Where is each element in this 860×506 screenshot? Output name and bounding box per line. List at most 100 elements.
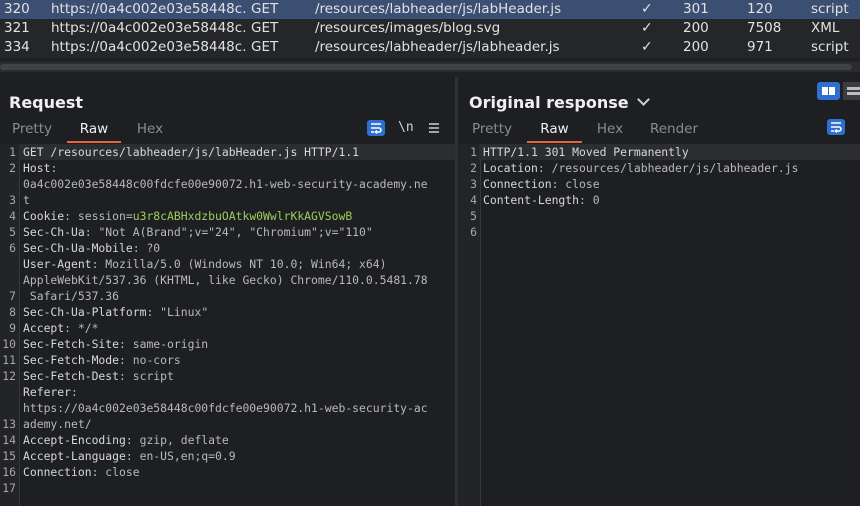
layout-toggle[interactable]	[817, 82, 860, 102]
header-name: Content-Length	[483, 193, 580, 207]
header-value: Safari/537.36	[23, 289, 120, 303]
header-name: Accept	[23, 321, 65, 335]
tab-pretty[interactable]: Pretty	[9, 119, 55, 141]
mime-type: script	[811, 1, 849, 17]
line-number: 9	[9, 321, 16, 335]
status-code: 200	[683, 39, 709, 55]
header-value: t	[23, 193, 30, 207]
header-value: : script	[119, 369, 174, 383]
request-host: https://0a4c002e03e58448c...	[51, 39, 246, 55]
code-line: Sec-Fetch-Mode: no-cors	[23, 352, 181, 368]
line-number: 2	[470, 161, 477, 175]
menu-icon[interactable]	[427, 120, 445, 136]
request-editor[interactable]: 1 2 3 4 5 6 7 8 9 10 11 12 13 14 15 16 17 GET /resources…	[0, 144, 455, 506]
code-line: Sec-Ch-Ua: "Not A(Brand";v="24", "Chromi…	[23, 224, 373, 240]
line-number: 3	[470, 177, 477, 191]
request-tabs: Pretty Raw Hex	[0, 119, 455, 143]
response-title[interactable]: Original response	[469, 93, 650, 112]
request-method: GET	[251, 39, 279, 55]
code-line: Sec-Ch-Ua-Mobile: ?0	[23, 240, 160, 256]
line-number-gutter: 1 2 3 4 5 6 7 8 9 10 11 12 13 14 15 16 17	[0, 144, 20, 506]
tab-raw[interactable]: Raw	[527, 119, 582, 143]
scrollbar-thumb[interactable]	[0, 64, 852, 70]
line-number: 4	[9, 209, 16, 223]
line-number: 4	[470, 193, 477, 207]
request-url: /resources/labheader/js/labHeader.js	[315, 1, 562, 17]
code-line: Accept-Encoding: gzip, deflate	[23, 432, 229, 448]
newline-icon[interactable]: \n	[398, 120, 416, 136]
line-number: 7	[9, 289, 16, 303]
code-line: 0a4c002e03e58448c00fdcfe00e90072.h1-web-…	[23, 176, 428, 192]
edited-check-icon: ✓	[641, 39, 653, 55]
code-line: Connection: close	[23, 464, 140, 480]
header-value: : same-origin	[119, 337, 209, 351]
stacked-layout-icon[interactable]	[843, 82, 860, 100]
table-row[interactable]: 334 https://0a4c002e03e58448c... GET/resou…	[0, 38, 860, 57]
header-name: Accept-Language	[23, 449, 126, 463]
line-number: 5	[9, 225, 16, 239]
edited-check-icon: ✓	[641, 1, 653, 17]
tab-render[interactable]: Render	[644, 119, 704, 141]
line-number: 1	[470, 145, 477, 159]
response-editor[interactable]: 123456 HTTP/1.1 301 Moved Permanently Loc…	[458, 144, 860, 506]
line-number: 6	[9, 241, 16, 255]
http-history-table: 320 https://0a4c002e03e58448c... GET/resou…	[0, 0, 860, 58]
header-value: : close	[551, 177, 600, 191]
table-row[interactable]: 321 https://0a4c002e03e58448c... GET/resou…	[0, 19, 860, 38]
request-url: /resources/images/blog.svg	[315, 20, 501, 36]
line-number: 11	[2, 353, 16, 367]
header-value: :	[50, 161, 58, 175]
code-line: Location: /resources/labheader/js/labhea…	[483, 160, 798, 176]
response-title-text: Original response	[469, 93, 629, 112]
table-row[interactable]: 320 https://0a4c002e03e58448c... GET/resou…	[0, 0, 860, 19]
request-title: Request	[9, 93, 84, 112]
status-code: 301	[683, 1, 709, 17]
header-value: 0a4c002e03e58448c00fdcfe00e90072.h1-web-…	[23, 177, 428, 191]
wrap-lines-icon[interactable]	[367, 120, 385, 136]
code-line: Accept-Language: en-US,en;q=0.9	[23, 448, 236, 464]
header-name: Sec-Ch-Ua-Mobile	[23, 241, 133, 255]
header-name: Connection	[483, 177, 552, 191]
line-number: 17	[2, 481, 16, 495]
code-line: https://0a4c002e03e58448c00fdcfe00e90072…	[23, 400, 428, 416]
header-name: User-Agent	[23, 257, 92, 271]
horizontal-scrollbar[interactable]	[0, 62, 860, 72]
line-number: 12	[2, 369, 16, 383]
header-name: Sec-Fetch-Dest	[23, 369, 120, 383]
side-by-side-layout-icon[interactable]	[817, 82, 840, 100]
header-value: https://0a4c002e03e58448c00fdcfe00e90072…	[23, 401, 428, 415]
mime-type: XML	[811, 20, 840, 36]
response-length: 971	[747, 39, 773, 55]
code-line: Sec-Fetch-Dest: script	[23, 368, 174, 384]
header-name: Location	[483, 161, 538, 175]
line-number: 3	[9, 193, 16, 207]
header-name: Cookie	[23, 209, 65, 223]
header-value: : gzip, deflate	[125, 433, 229, 447]
tab-pretty[interactable]: Pretty	[469, 119, 515, 141]
code-line: Connection: close	[483, 176, 600, 192]
edited-check-icon: ✓	[641, 20, 653, 36]
tab-raw[interactable]: Raw	[67, 119, 121, 143]
header-value: : session=	[64, 209, 133, 223]
header-value: AppleWebKit/537.36 (KHTML, like Gecko) C…	[23, 273, 428, 287]
code-line: Sec-Fetch-Site: same-origin	[23, 336, 208, 352]
response-length: 7508	[747, 20, 782, 36]
header-value: : close	[91, 465, 140, 479]
response-pane: Original response Pretty Raw Hex Render …	[458, 77, 860, 506]
request-id: 321	[4, 20, 30, 36]
tab-hex[interactable]: Hex	[588, 119, 632, 141]
code-line: ademy.net/	[23, 416, 92, 432]
line-number: 2	[9, 161, 16, 175]
header-name: Accept-Encoding	[23, 433, 126, 447]
code-line: Host:	[23, 160, 57, 176]
request-url: /resources/labheader/js/labheader.js	[315, 39, 560, 55]
header-name: Connection	[23, 465, 92, 479]
line-number: 1	[9, 145, 16, 159]
wrap-lines-icon[interactable]	[827, 119, 845, 135]
header-name: GET /resources/labheader/js/labHeader.js…	[23, 145, 360, 159]
line-number: 10	[2, 337, 16, 351]
request-host: https://0a4c002e03e58448c...	[51, 1, 246, 17]
request-method: GET	[251, 20, 279, 36]
code-line: Safari/537.36	[23, 288, 119, 304]
tab-hex[interactable]: Hex	[128, 119, 172, 141]
